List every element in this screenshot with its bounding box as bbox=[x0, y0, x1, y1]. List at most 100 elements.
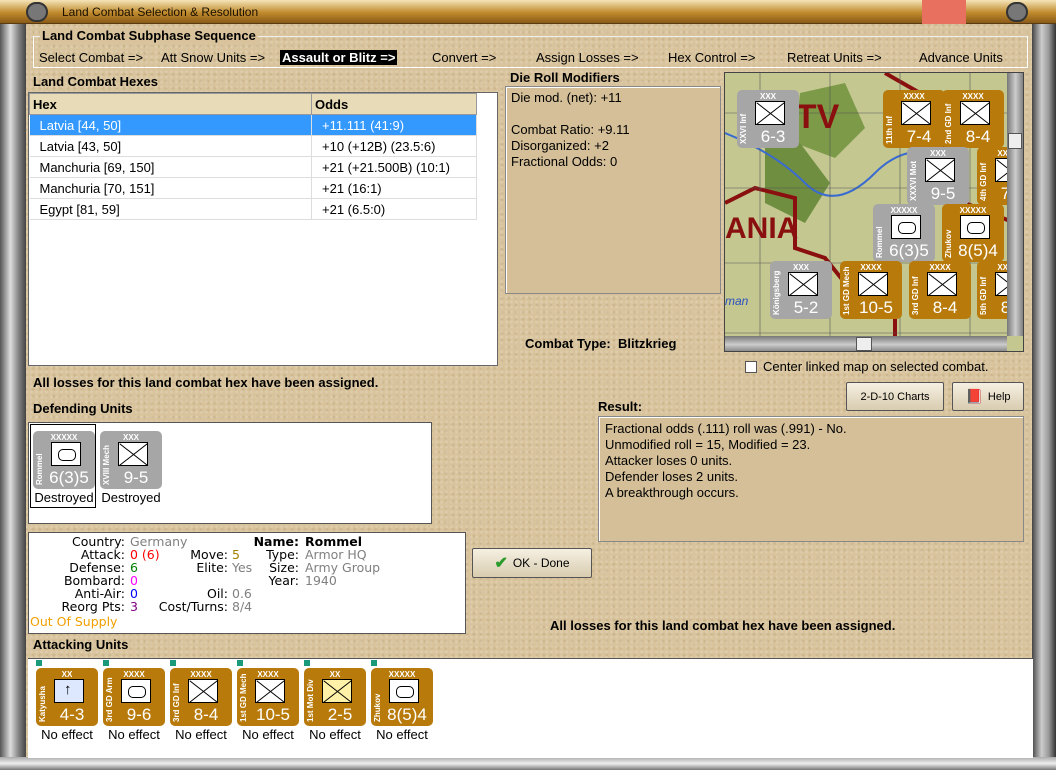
unit-stats: 8(5)4 bbox=[958, 241, 998, 260]
status-dot-icon bbox=[304, 660, 310, 666]
result-line: Fractional odds (.111) roll was (.991) -… bbox=[605, 421, 847, 436]
unit-counter[interactable]: XXXXX Rommel 6(3)5 bbox=[33, 431, 95, 489]
center-map-checkbox[interactable] bbox=[745, 361, 757, 373]
unit-stats: 7-4 bbox=[906, 127, 932, 146]
combat-hexes-table: Hex Odds Latvia [44, 50] +11.111 (41:9) L… bbox=[28, 92, 498, 366]
unit-symbol-icon bbox=[188, 679, 218, 703]
unit-counter[interactable]: XXXX 3rd GD Inf 8-4 bbox=[170, 668, 232, 726]
unit-stats: 9-5 bbox=[123, 468, 149, 487]
unit-counter[interactable]: XXX Königsberg 5-2 bbox=[770, 261, 832, 319]
unit-counter[interactable]: XXXX 11th Inf 7-4 bbox=[883, 90, 945, 148]
odds-cell: +11.111 (41:9) bbox=[311, 114, 477, 136]
status-dot-icon bbox=[36, 660, 42, 666]
column-odds[interactable]: Odds bbox=[311, 93, 477, 115]
map-label: man bbox=[725, 294, 749, 308]
hex-cell: Manchuria [69, 150] bbox=[29, 156, 312, 178]
status-dot-icon bbox=[103, 660, 109, 666]
fractional-odds-line: Fractional Odds: 0 bbox=[511, 154, 618, 169]
map-horizontal-scrollbar[interactable] bbox=[725, 336, 1007, 351]
collapse-icon[interactable] bbox=[26, 2, 48, 22]
unit-status: No effect bbox=[175, 727, 227, 742]
defending-units-panel: XXXXX Rommel 6(3)5 Destroyed XXX XVIII Mec… bbox=[28, 422, 432, 524]
charts-button[interactable]: 2-D-10 Charts bbox=[846, 382, 944, 411]
scroll-thumb[interactable] bbox=[856, 337, 872, 351]
table-row[interactable]: Latvia [44, 50] +11.111 (41:9) bbox=[29, 114, 477, 136]
unit-stats: 8-4 bbox=[965, 127, 991, 146]
attacking-title: Attacking Units bbox=[33, 637, 129, 652]
status-dot-icon bbox=[170, 660, 176, 666]
unit-symbol-icon bbox=[891, 215, 921, 239]
die-roll-title: Die Roll Modifiers bbox=[510, 70, 620, 85]
help-label: Help bbox=[987, 390, 1011, 403]
unit-counter[interactable]: XXX XXXVI Mot 9-5 bbox=[907, 147, 969, 205]
table-row[interactable]: Latvia [43, 50] +10 (+12B) (23.5:6) bbox=[29, 135, 477, 157]
year-label: Year: bbox=[268, 573, 299, 588]
checkmark-icon: ✔ bbox=[494, 555, 508, 572]
result-line: Defender loses 2 units. bbox=[605, 469, 738, 484]
reorg-value: 3 bbox=[130, 599, 138, 614]
table-row[interactable]: Manchuria [69, 150] +21 (+21.500B) (10:1) bbox=[29, 156, 477, 178]
table-row[interactable]: Manchuria [70, 151] +21 (16:1) bbox=[29, 177, 477, 199]
unit-counter[interactable]: XXXX 2nd GD Inf 8-4 bbox=[942, 90, 1004, 148]
cost-value: 8/4 bbox=[232, 599, 253, 614]
column-hex[interactable]: Hex bbox=[29, 93, 312, 115]
unit-status: No effect bbox=[242, 727, 294, 742]
step-assign-losses: Assign Losses => bbox=[536, 50, 639, 65]
step-advance: Advance Units bbox=[919, 50, 1003, 65]
table-row[interactable]: Egypt [81, 59] +21 (6.5:0) bbox=[29, 198, 477, 220]
unit-counter[interactable]: XX ↑ Katyusha 4-3 bbox=[36, 668, 98, 726]
linked-map[interactable]: LATV ANIA man XXX XXVI Inf 6-3XXXX 11th … bbox=[724, 72, 1024, 352]
unit-counter[interactable]: XXX XXVI Inf 6-3 bbox=[737, 90, 799, 148]
center-map-label: Center linked map on selected combat. bbox=[763, 359, 989, 374]
unit-symbol-icon bbox=[322, 679, 352, 703]
result-title: Result: bbox=[598, 399, 643, 414]
step-convert: Convert => bbox=[432, 50, 497, 65]
combat-type: Combat Type: Blitzkrieg bbox=[525, 336, 676, 351]
map-vertical-scrollbar[interactable] bbox=[1007, 73, 1023, 336]
elite-value: Yes bbox=[232, 560, 253, 575]
hexes-title: Land Combat Hexes bbox=[33, 74, 158, 89]
unit-counter[interactable]: XXXXX Zhukov 8(5)4 bbox=[942, 204, 1004, 262]
ok-done-button[interactable]: ✔ OK - Done bbox=[472, 548, 592, 578]
odds-cell: +21 (+21.500B) (10:1) bbox=[311, 156, 477, 178]
unit-symbol-icon bbox=[255, 679, 285, 703]
unit-counter[interactable]: XXXXX Rommel 6(3)5 bbox=[873, 204, 935, 262]
unit-counter[interactable]: XXXX 3rd GD Inf 8-4 bbox=[909, 261, 971, 319]
scroll-thumb[interactable] bbox=[1008, 133, 1022, 149]
unit-counter[interactable]: XXXX 1st GD Mech 10-5 bbox=[840, 261, 902, 319]
window-frame-left bbox=[0, 24, 26, 770]
unit-counter[interactable]: XXXXX Zhukov 8(5)4 bbox=[371, 668, 433, 726]
unit-stats: 8(5)4 bbox=[387, 705, 427, 724]
reorg-label: Reorg Pts: bbox=[61, 599, 125, 614]
hex-cell: Latvia [43, 50] bbox=[29, 135, 312, 157]
odds-cell: +21 (6.5:0) bbox=[311, 198, 477, 220]
help-button[interactable]: 📕 Help bbox=[952, 382, 1024, 411]
unit-symbol-icon bbox=[960, 101, 990, 125]
unit-counter[interactable]: XXXX 3rd GD Arm 9-6 bbox=[103, 668, 165, 726]
window-frame-right bbox=[1032, 24, 1056, 770]
unit-stats: 5-2 bbox=[793, 298, 819, 317]
die-roll-modifiers: Die mod. (net): +11 Combat Ratio: +9.11 … bbox=[505, 86, 721, 294]
year-value: 1940 bbox=[305, 573, 337, 588]
unit-counter[interactable]: XXXX 1st GD Mech 10-5 bbox=[237, 668, 299, 726]
unit-symbol-icon bbox=[755, 101, 785, 125]
unit-status: Destroyed bbox=[101, 490, 161, 505]
combat-type-value: Blitzkrieg bbox=[617, 336, 677, 351]
odds-cell: +21 (16:1) bbox=[311, 177, 477, 199]
window-title: Land Combat Selection & Resolution bbox=[62, 5, 259, 19]
close-button[interactable] bbox=[922, 0, 966, 24]
book-icon: 📕 bbox=[965, 388, 983, 404]
unit-stats: 4-3 bbox=[59, 705, 85, 724]
unit-symbol-icon bbox=[960, 215, 990, 239]
unit-counter[interactable]: XX 1st Mot Div 2-5 bbox=[304, 668, 366, 726]
hex-cell: Manchuria [70, 151] bbox=[29, 177, 312, 199]
result-line: Unmodified roll = 15, Modified = 23. bbox=[605, 437, 811, 452]
restore-icon[interactable] bbox=[1006, 2, 1028, 22]
hex-cell: Egypt [81, 59] bbox=[29, 198, 312, 220]
unit-stats: 6(3)5 bbox=[889, 241, 929, 260]
step-att-snow: Att Snow Units => bbox=[161, 50, 266, 65]
unit-stats: 8-4 bbox=[932, 298, 958, 317]
unit-stats: 10-5 bbox=[255, 705, 291, 724]
window-frame-bottom bbox=[0, 757, 1056, 770]
unit-counter[interactable]: XXX XVIII Mech 9-5 bbox=[100, 431, 162, 489]
